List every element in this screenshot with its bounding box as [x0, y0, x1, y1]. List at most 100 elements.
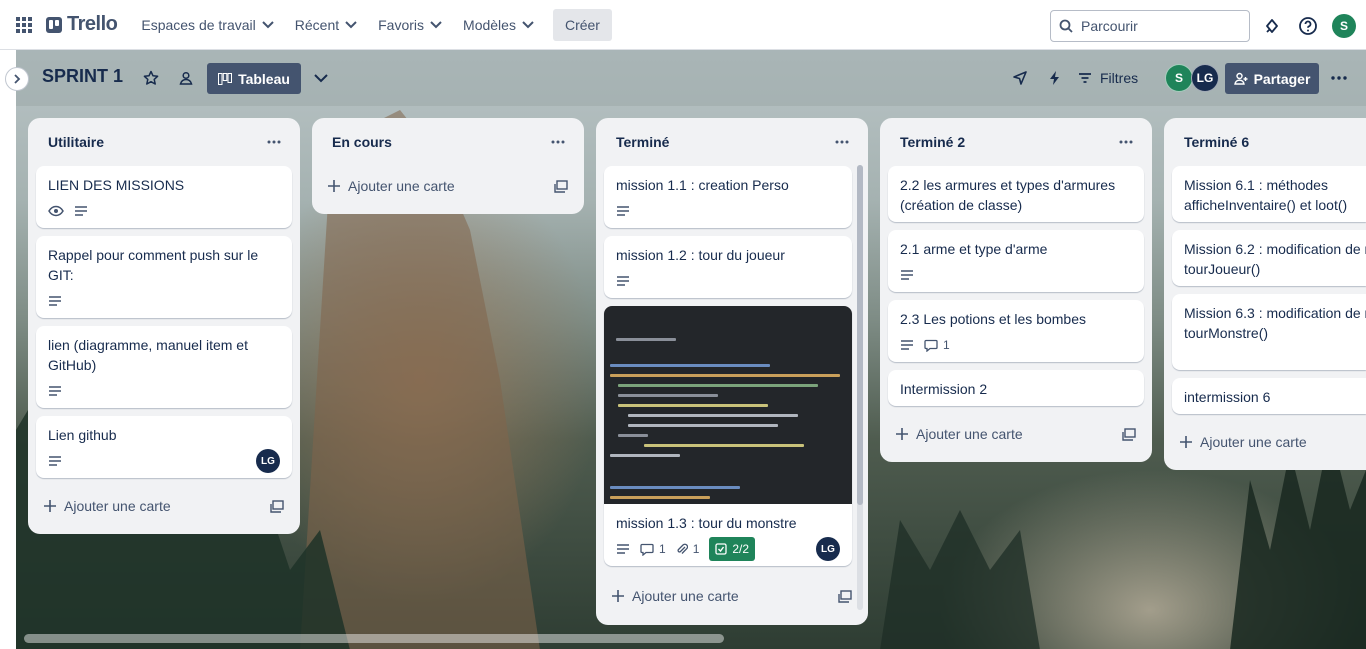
- menu-templates[interactable]: Modèles: [455, 9, 542, 41]
- plus-icon: [896, 428, 908, 440]
- card-badges: [48, 291, 280, 311]
- card-title: mission 1.2 : tour du joueur: [616, 247, 785, 263]
- search-input[interactable]: [1081, 18, 1231, 34]
- add-card-button[interactable]: Ajouter une carte: [596, 576, 868, 616]
- card[interactable]: Intermission 2: [888, 370, 1144, 406]
- menu-favorites[interactable]: Favoris: [370, 9, 450, 41]
- create-from-template-icon[interactable]: [838, 589, 852, 603]
- trello-logo[interactable]: Trello: [46, 13, 118, 36]
- chevron-down-icon: [522, 20, 534, 28]
- attachment-count: 1: [692, 542, 700, 556]
- card[interactable]: mission 1.1 : creation Perso: [604, 166, 852, 228]
- power-ups-icon[interactable]: [1006, 66, 1034, 90]
- list-termine-2: Terminé 2 2.2 les armures et types d'arm…: [880, 118, 1152, 462]
- visibility-icon[interactable]: [172, 66, 200, 90]
- menu-workspaces[interactable]: Espaces de travail: [133, 9, 281, 41]
- scrollbar-thumb[interactable]: [24, 634, 724, 643]
- app-switcher-icon[interactable]: [8, 9, 40, 41]
- card[interactable]: intermission 6: [1172, 378, 1366, 414]
- search-box[interactable]: [1050, 10, 1250, 42]
- member-avatar[interactable]: LG: [1191, 64, 1219, 92]
- member-avatar[interactable]: LG: [256, 449, 280, 473]
- avatar: S: [1332, 14, 1356, 38]
- scrollbar-thumb[interactable]: [857, 165, 863, 505]
- notifications-icon[interactable]: [1256, 10, 1288, 42]
- card-list: mission 1.1 : creation Perso mission 1.2…: [596, 166, 868, 566]
- add-card-button[interactable]: Ajouter une carte: [1164, 422, 1366, 462]
- filters-button[interactable]: Filtres: [1078, 64, 1138, 92]
- attachment-badge: 1: [676, 542, 700, 556]
- description-icon: [900, 339, 914, 351]
- add-card-button[interactable]: Ajouter une carte: [312, 166, 584, 206]
- card[interactable]: mission 1.2 : tour du joueur: [604, 236, 852, 298]
- create-button[interactable]: Créer: [552, 8, 612, 41]
- card[interactable]: 2.1 arme et type d'arme: [888, 230, 1144, 292]
- add-card-button[interactable]: Ajouter une carte: [28, 486, 300, 526]
- board-view-button[interactable]: Tableau: [207, 63, 301, 94]
- card-title: Intermission 2: [900, 381, 988, 397]
- create-from-template-icon[interactable]: [270, 499, 284, 513]
- card[interactable]: Lien github LG: [36, 416, 292, 478]
- card-badges: [48, 201, 280, 221]
- description-icon: [900, 269, 914, 281]
- card-badges: 1: [900, 335, 1132, 355]
- list-title[interactable]: Terminé 6: [1184, 134, 1249, 150]
- card-list: LIEN DES MISSIONS Rappel pour comment pu…: [28, 166, 300, 478]
- card-title: Mission 6.2 : modification de méthode to…: [1184, 241, 1366, 277]
- card[interactable]: mission 1.3 : tour du monstre 1 1 2/2 LG: [604, 306, 852, 566]
- card-badges: [616, 271, 840, 291]
- card[interactable]: LIEN DES MISSIONS: [36, 166, 292, 228]
- automation-icon[interactable]: [1041, 66, 1069, 90]
- share-button[interactable]: Partager: [1225, 63, 1319, 94]
- card[interactable]: 2.2 les armures et types d'armures (créa…: [888, 166, 1144, 222]
- card-list: 2.2 les armures et types d'armures (créa…: [880, 166, 1152, 406]
- checklist-icon: [715, 543, 728, 555]
- card[interactable]: Mission 6.3 : modification de méthode to…: [1172, 294, 1366, 370]
- list-menu-icon[interactable]: [544, 128, 572, 156]
- card[interactable]: lien (diagramme, manuel item et GitHub): [36, 326, 292, 408]
- help-icon[interactable]: [1292, 10, 1324, 42]
- chevron-down-icon: [430, 20, 442, 28]
- board-horizontal-scrollbar[interactable]: [16, 632, 1366, 644]
- create-from-template-icon[interactable]: [1122, 427, 1136, 441]
- create-from-template-icon[interactable]: [554, 179, 568, 193]
- star-icon[interactable]: [137, 66, 165, 90]
- card[interactable]: Rappel pour comment push sur le GIT:: [36, 236, 292, 318]
- list-menu-icon[interactable]: [260, 128, 288, 156]
- card-badges: [48, 381, 280, 401]
- card-title: Mission 6.1 : méthodes afficheInventaire…: [1184, 177, 1348, 213]
- expand-sidebar-button[interactable]: [5, 67, 29, 91]
- add-card-label: Ajouter une carte: [632, 588, 739, 604]
- card[interactable]: Mission 6.2 : modification de méthode to…: [1172, 230, 1366, 286]
- card-title: Rappel pour comment push sur le GIT:: [48, 247, 259, 283]
- add-card-label: Ajouter une carte: [348, 178, 455, 194]
- card-badges: LG: [48, 449, 280, 473]
- member-avatar[interactable]: LG: [816, 537, 840, 561]
- more-options-icon[interactable]: [1325, 66, 1353, 90]
- card-cover-image: [604, 306, 852, 504]
- list-title[interactable]: Terminé: [616, 134, 669, 150]
- list-menu-icon[interactable]: [828, 128, 856, 156]
- add-card-button[interactable]: Ajouter une carte: [880, 414, 1152, 454]
- menu-label: Espaces de travail: [141, 16, 256, 33]
- account-avatar[interactable]: S: [1328, 10, 1360, 42]
- list-title[interactable]: Utilitaire: [48, 134, 104, 150]
- list-title[interactable]: En cours: [332, 134, 392, 150]
- list-header: Terminé: [596, 118, 868, 166]
- list-menu-icon[interactable]: [1112, 128, 1140, 156]
- board-title[interactable]: SPRINT 1: [42, 66, 123, 87]
- list-scrollbar[interactable]: [857, 165, 863, 610]
- description-icon: [48, 295, 62, 307]
- list-header: Utilitaire: [28, 118, 300, 166]
- card-title: LIEN DES MISSIONS: [48, 177, 185, 193]
- list-title[interactable]: Terminé 2: [900, 134, 965, 150]
- menu-label: Favoris: [378, 16, 425, 33]
- card-title: 2.2 les armures et types d'armures (créa…: [900, 177, 1116, 213]
- view-switcher-chevron-icon[interactable]: [307, 66, 335, 90]
- card[interactable]: 2.3 Les potions et les bombes 1: [888, 300, 1144, 362]
- card-title: lien (diagramme, manuel item et GitHub): [48, 337, 248, 373]
- board-view-icon: [218, 72, 233, 85]
- member-avatar[interactable]: S: [1165, 64, 1193, 92]
- menu-recent[interactable]: Récent: [287, 9, 365, 41]
- card[interactable]: Mission 6.1 : méthodes afficheInventaire…: [1172, 166, 1366, 222]
